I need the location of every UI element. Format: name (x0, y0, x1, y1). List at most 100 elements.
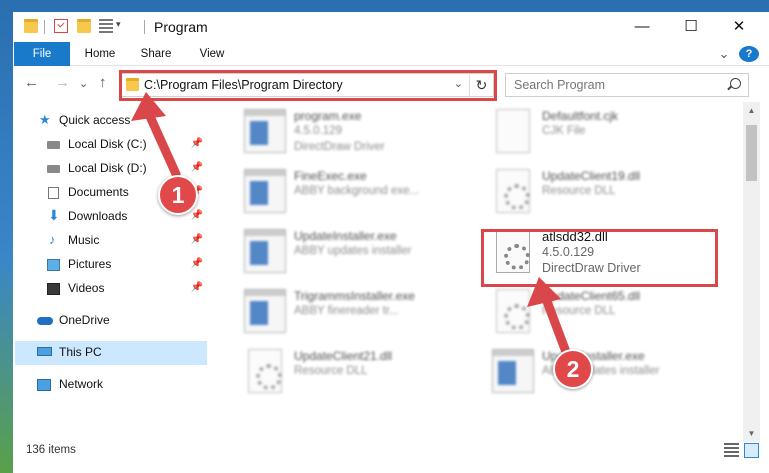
file-type: Resource DLL (542, 185, 616, 197)
customize-toolbar-icon[interactable] (99, 19, 113, 33)
file-icon (496, 109, 530, 153)
file-atlsdd32[interactable]: atlsdd32.dll 4.5.0.129 DirectDraw Driver (484, 225, 729, 283)
exe-icon (244, 289, 286, 333)
file-item[interactable]: FineExec.exe ABBY background exe... (236, 165, 481, 223)
cloud-icon (37, 317, 53, 325)
forward-button[interactable]: → (55, 74, 70, 91)
pin-icon[interactable]: 📌 (191, 162, 203, 173)
tab-share[interactable]: Share (131, 42, 181, 66)
explorer-window: ▾ Program — ☐ ✕ File Home Share View ⌄ ?… (13, 12, 769, 473)
file-name: FineExec.exe (294, 169, 367, 183)
sidebar-item-label: Videos (68, 281, 105, 295)
close-button[interactable]: ✕ (716, 12, 762, 42)
file-description: ABBY updates installer (294, 245, 412, 257)
sidebar-item-label: Music (68, 233, 100, 247)
tab-file[interactable]: File (14, 42, 70, 66)
toolbar-dropdown-icon[interactable]: ▾ (116, 19, 121, 30)
file-type: CJK File (542, 125, 586, 137)
file-description: DirectDraw Driver (542, 261, 641, 275)
maximize-button[interactable]: ☐ (668, 12, 714, 42)
back-button[interactable]: ← (24, 74, 39, 91)
address-folder-icon (126, 78, 139, 91)
expand-ribbon-icon[interactable]: ⌄ (715, 42, 733, 66)
title-bar: ▾ Program — ☐ ✕ (13, 12, 769, 42)
sidebar-item-this-pc[interactable]: This PC (15, 341, 207, 365)
download-icon: ⬇ (48, 207, 60, 223)
address-dropdown-icon[interactable]: ⌄ (454, 77, 463, 90)
scroll-up-button[interactable]: ▲ (743, 102, 760, 119)
details-view-icon[interactable] (724, 443, 739, 458)
exe-icon (244, 109, 286, 153)
scroll-thumb[interactable] (746, 125, 757, 181)
file-name: UpdateInstaller.exe (294, 229, 397, 243)
tab-home[interactable]: Home (75, 42, 125, 66)
new-folder-icon[interactable] (77, 19, 91, 33)
pin-icon[interactable]: 📌 (191, 282, 203, 293)
sidebar-item-label: This PC (59, 345, 102, 359)
music-icon: ♪ (49, 232, 56, 247)
sidebar-item-music[interactable]: ♪ Music 📌 (15, 229, 207, 253)
file-item[interactable]: Defaultfont.cjk CJK File (484, 105, 729, 163)
dll-icon (496, 289, 530, 333)
videos-icon (47, 283, 60, 295)
file-item[interactable]: TrigrammsInstaller.exe ABBY finereader t… (236, 285, 481, 343)
properties-icon[interactable] (54, 19, 68, 33)
step-badge-1: 1 (158, 175, 198, 215)
documents-icon (48, 187, 59, 199)
sidebar-item-pictures[interactable]: Pictures 📌 (15, 253, 207, 277)
file-item[interactable]: UpdateClient65.dll Resource DLL (484, 285, 729, 343)
dll-icon (496, 169, 530, 213)
address-path[interactable]: C:\Program Files\Program Directory (144, 78, 343, 92)
ribbon-tabs: File Home Share View ⌄ ? (13, 42, 769, 66)
sidebar-item-label: Network (59, 377, 104, 391)
file-type: Resource DLL (294, 365, 368, 377)
tiles-view-icon[interactable] (744, 443, 759, 458)
address-bar[interactable]: C:\Program Files\Program Directory ⌄ ↻ (120, 73, 494, 97)
exe-icon (244, 169, 286, 213)
sidebar-item-label: Local Disk (D:) (68, 161, 147, 175)
file-item[interactable]: UpdateInstaller.exe ABBY updates install… (484, 345, 729, 403)
recent-locations-icon[interactable]: ⌄ (79, 77, 88, 90)
sidebar-item-onedrive[interactable]: OneDrive (15, 309, 207, 333)
sidebar-item-quick-access[interactable]: ★ Quick access (15, 109, 207, 133)
sidebar-item-label: Downloads (68, 209, 128, 223)
pin-icon[interactable]: 📌 (191, 258, 203, 269)
file-item[interactable]: program.exe 4.5.0.129 DirectDraw Driver (236, 105, 481, 163)
pin-icon[interactable]: 📌 (191, 210, 203, 221)
search-icon[interactable] (730, 78, 741, 89)
folder-icon[interactable] (24, 19, 38, 33)
toolbar-separator (44, 20, 45, 34)
refresh-button[interactable]: ↻ (469, 74, 493, 96)
minimize-button[interactable]: — (619, 12, 665, 42)
file-list: program.exe 4.5.0.129 DirectDraw Driver … (218, 102, 740, 442)
sidebar-item-network[interactable]: Network (15, 373, 207, 397)
exe-icon (492, 349, 534, 393)
file-item[interactable]: UpdateInstaller.exe ABBY updates install… (236, 225, 481, 283)
navigation-pane: ★ Quick access Local Disk (C:) 📌 Local D… (13, 102, 213, 442)
network-icon (37, 379, 51, 391)
tab-view[interactable]: View (187, 42, 237, 66)
vertical-scrollbar[interactable]: ▲ ▼ (743, 102, 760, 442)
navigation-bar: ← → ⌄ ↑ C:\Program Files\Program Directo… (13, 67, 769, 101)
file-name: program.exe (294, 109, 362, 123)
search-input[interactable] (506, 74, 721, 96)
sidebar-item-label: OneDrive (59, 313, 110, 327)
dll-icon (248, 349, 282, 393)
file-description: ABBY background exe... (294, 185, 420, 197)
help-icon[interactable]: ? (739, 46, 759, 62)
file-item[interactable]: UpdateClient21.dll Resource DLL (236, 345, 481, 403)
sidebar-item-local-disk-c[interactable]: Local Disk (C:) 📌 (15, 133, 207, 157)
computer-icon (37, 347, 52, 356)
pin-icon[interactable]: 📌 (191, 138, 203, 149)
up-button[interactable]: ↑ (99, 74, 107, 91)
search-box[interactable] (505, 73, 749, 97)
file-item[interactable]: UpdateClient19.dll Resource DLL (484, 165, 729, 223)
window-title: Program (154, 19, 208, 35)
disk-icon (47, 165, 60, 173)
pin-icon[interactable]: 📌 (191, 234, 203, 245)
title-separator (144, 20, 145, 34)
dll-icon (496, 229, 530, 273)
sidebar-item-videos[interactable]: Videos 📌 (15, 277, 207, 301)
disk-icon (47, 141, 60, 149)
file-name: atlsdd32.dll (542, 229, 608, 244)
